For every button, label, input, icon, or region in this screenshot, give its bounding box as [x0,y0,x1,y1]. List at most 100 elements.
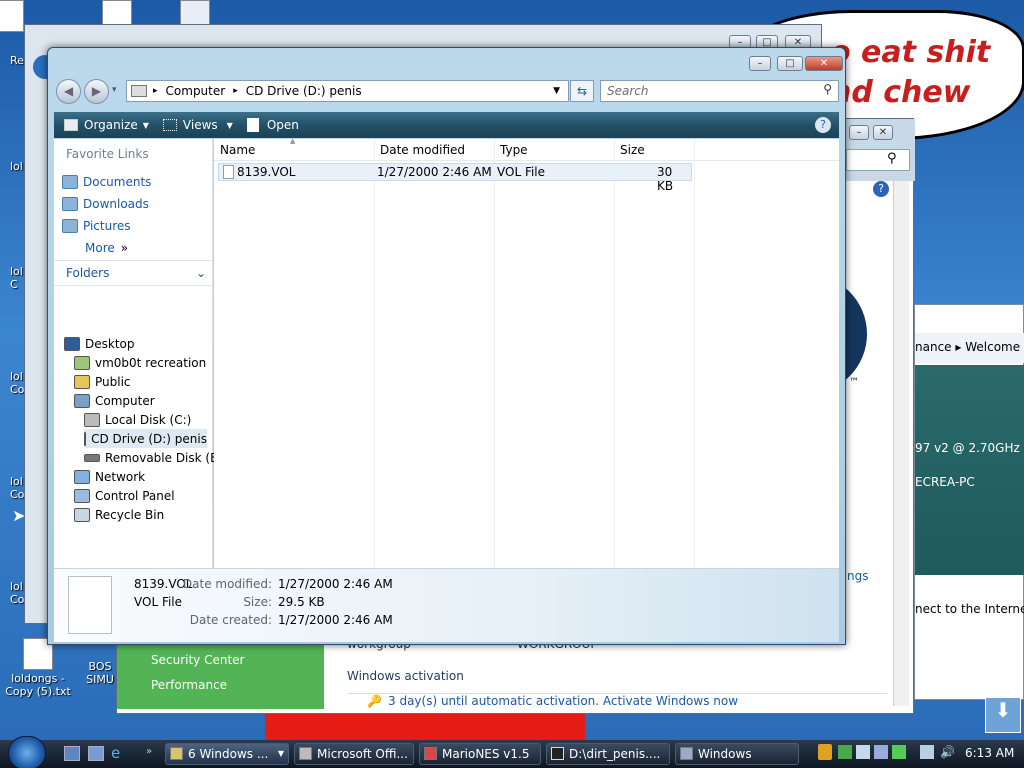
folders-header[interactable]: Folders ⌄ [66,266,208,284]
taskbar: e » 6 Windows ... ▼ Microsoft Offi... Mar… [0,736,1024,768]
security-shield-icon[interactable] [818,744,832,760]
tray-app-icon[interactable] [874,745,888,759]
tree-item-recycle-bin[interactable]: Recycle Bin [74,505,164,524]
tree-item-label: Local Disk (C:) [105,412,192,427]
tree-item-local-disk[interactable]: Local Disk (C:) [84,410,191,429]
breadcrumb-drive[interactable]: CD Drive (D:) penis [246,84,362,98]
minimize-button[interactable]: – [749,56,771,71]
size-label: Size: [243,595,272,609]
tray-app-icon[interactable] [838,745,852,759]
column-header-size[interactable]: Size [620,143,645,157]
tree-item-control-panel[interactable]: Control Panel [74,486,175,505]
taskbar-button-7zip[interactable]: D:\dirt_penis.... [546,743,670,765]
file-thumbnail-icon [68,576,112,634]
search-icon[interactable]: ⚲ [823,82,832,96]
internet-explorer-icon[interactable]: e [111,744,120,762]
tree-item-computer[interactable]: Computer [74,391,155,410]
taskbar-button-windows[interactable]: Windows [675,743,799,765]
cd-drive-icon [84,431,87,446]
command-bar: Organize ▼ Views ▼ Open ? [54,112,839,138]
breadcrumb-computer[interactable]: Computer [166,84,226,98]
tree-item-desktop[interactable]: Desktop [64,334,135,353]
desktop-icon-bos[interactable]: BOS SIMU [82,660,118,686]
column-header-type[interactable]: Type [500,143,528,157]
back-button[interactable]: ◀ [56,79,81,104]
performance-link[interactable]: Performance [151,678,227,692]
help-icon[interactable]: ? [815,117,831,133]
desktop-icon-loldongs[interactable]: loldongs - Copy (5).txt [2,638,74,698]
tree-item-cd-drive[interactable]: CD Drive (D:) penis [84,429,207,448]
help-icon[interactable]: ? [873,181,889,197]
column-header-date[interactable]: Date modified [380,143,465,157]
search-icon[interactable]: ⚲ [887,151,897,166]
folder-icon [74,374,90,389]
file-icon [223,165,234,179]
volume-icon[interactable]: 🔊 [940,745,955,759]
recent-pages-button[interactable]: ▾ [112,85,117,95]
scrollbar[interactable] [893,181,909,706]
user-folder-icon [74,355,90,370]
desktop-icon-label: Re [10,54,24,67]
start-button[interactable] [8,736,46,768]
maximize-button[interactable]: □ [777,56,803,71]
file-date: 1/27/2000 2:46 AM [377,165,492,179]
tree-item-label: Control Panel [95,488,175,503]
explorer-window[interactable]: – □ ✕ ◀ ▶ ▾ ▸ Computer ▸ CD Drive (D:) p… [47,47,846,645]
favorite-link-downloads[interactable]: Downloads [62,194,149,213]
taskbar-button-windows-group[interactable]: 6 Windows ... ▼ [165,743,289,765]
tree-item-label: Public [95,374,131,389]
desktop-icon [64,336,80,351]
close-button[interactable]: ✕ [805,56,843,71]
tray-app-icon[interactable] [856,745,870,759]
favorite-link-pictures[interactable]: Pictures [62,216,131,235]
open-button[interactable]: Open [246,118,299,132]
date-modified-label: Date modified: [182,577,272,591]
tree-item-user[interactable]: vm0b0t recreation [74,353,206,372]
breadcrumb-item[interactable]: Welcome [965,340,1020,354]
security-center-link[interactable]: Security Center [151,653,244,667]
tree-item-network[interactable]: Network [74,467,145,486]
tree-item-removable-disk[interactable]: Removable Disk (E:) [84,448,226,467]
refresh-button[interactable]: ⇆ [570,80,594,102]
address-dropdown-icon[interactable]: ▼ [553,86,560,96]
tree-item-public[interactable]: Public [74,372,131,391]
file-name: 8139.VOL [237,165,296,179]
breadcrumb-separator[interactable]: ▸ [233,86,238,96]
tray-app-icon[interactable] [892,745,906,759]
file-list[interactable]: Name ▲ Date modified Type Size 8139.VOL … [214,137,839,616]
network-tray-icon[interactable] [920,745,934,759]
close-button[interactable]: ✕ [873,125,893,140]
breadcrumb-item[interactable]: nance [915,340,952,354]
column-header-name[interactable]: Name [220,143,255,157]
search-placeholder: Search [607,84,649,98]
show-desktop-icon[interactable] [64,746,80,761]
minimize-button[interactable]: – [849,125,869,140]
taskbar-button-office[interactable]: Microsoft Offi... [294,743,414,765]
activation-link[interactable]: 3 day(s) until automatic activation. Act… [388,694,738,708]
settings-link[interactable]: ngs [847,569,868,583]
search-input[interactable]: Search ⚲ [600,80,839,102]
favorite-link-documents[interactable]: Documents [62,172,151,191]
tree-item-label: Network [95,469,146,484]
documents-icon [62,174,78,189]
quick-launch-chevron-icon[interactable]: » [146,746,152,757]
sort-up-icon: ▲ [290,137,296,145]
connect-internet-text[interactable]: nect to the Internet [915,602,1024,616]
switch-windows-icon[interactable] [88,746,104,761]
pictures-icon [62,218,78,233]
downloads-icon [62,196,78,211]
organize-button[interactable]: Organize ▼ [64,118,149,132]
clock[interactable]: 6:13 AM [965,746,1014,760]
breadcrumb-separator[interactable]: ▸ [153,86,158,96]
more-links-button[interactable]: More » [85,238,128,257]
table-row[interactable]: 8139.VOL 1/27/2000 2:46 AM VOL File 30 K… [218,163,692,193]
views-button[interactable]: Views ▼ [162,118,233,132]
welcome-window[interactable]: nance ▸ Welcome 97 v2 @ 2.70GHz ECREA-PC… [914,304,1024,733]
show-desktop-icon[interactable]: ⬇ [985,697,1021,733]
favorite-link-label: Pictures [83,218,131,233]
navigation-pane: Favorite Links Documents Downloads Pictu… [54,139,226,616]
forward-button[interactable]: ▶ [84,79,109,104]
taskbar-button-marionis[interactable]: MarioNES v1.5 [419,743,541,765]
tree-item-label: Removable Disk (E:) [105,450,227,465]
address-bar[interactable]: ▸ Computer ▸ CD Drive (D:) penis ▼ [126,80,569,102]
